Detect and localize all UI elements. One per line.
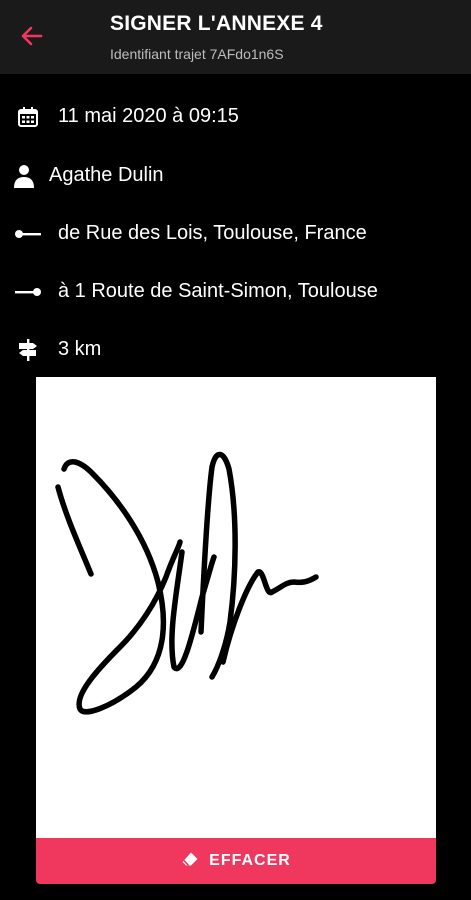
trip-person-row: Agathe Dulin (0, 156, 471, 196)
trip-date-row: 11 mai 2020 à 09:15 (0, 97, 471, 137)
trip-person-name: Agathe Dulin (49, 164, 164, 186)
trip-date: 11 mai 2020 à 09:15 (58, 105, 239, 127)
trip-from: de Rue des Lois, Toulouse, France (58, 222, 367, 244)
signpost-icon (14, 337, 42, 363)
trip-distance: 3 km (58, 338, 102, 360)
arrow-left-icon (20, 24, 44, 53)
back-button[interactable] (14, 22, 50, 54)
clear-button-label: EFFACER (209, 852, 291, 869)
clear-signature-button[interactable]: EFFACER (36, 838, 436, 884)
trip-distance-row: 3 km (0, 330, 471, 370)
signature-pad[interactable] (36, 377, 436, 839)
start-point-icon (14, 221, 42, 247)
eraser-icon (181, 851, 199, 872)
trip-from-row: de Rue des Lois, Toulouse, France (0, 214, 471, 254)
trip-identifier: Identifiant trajet 7AFdo1n6S (110, 46, 284, 62)
person-icon (10, 163, 38, 189)
signature-drawing (55, 451, 319, 715)
trip-to-row: à 1 Route de Saint-Simon, Toulouse (0, 272, 471, 312)
trip-to: à 1 Route de Saint-Simon, Toulouse (58, 280, 378, 302)
page-title: SIGNER L'ANNEXE 4 (110, 12, 323, 35)
end-point-icon (14, 279, 42, 305)
app-bar: SIGNER L'ANNEXE 4 Identifiant trajet 7AF… (0, 0, 471, 74)
calendar-icon (14, 104, 42, 130)
